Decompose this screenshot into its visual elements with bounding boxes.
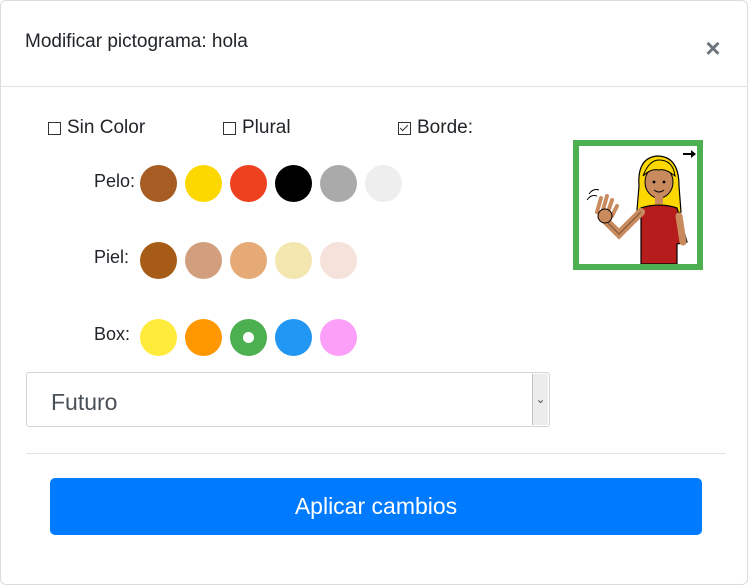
box-color-swatch-selected[interactable] (230, 319, 267, 356)
plural-option[interactable]: Plural (223, 117, 291, 139)
pelo-color-swatch[interactable] (140, 165, 177, 202)
plural-checkbox[interactable] (223, 121, 236, 135)
sin-color-checkbox[interactable] (48, 121, 61, 135)
pelo-color-swatch[interactable] (320, 165, 357, 202)
sin-color-label: Sin Color (67, 117, 146, 138)
modal-title: Modificar pictograma: hola (25, 31, 248, 52)
pictogram-preview (573, 140, 703, 270)
box-color-swatch[interactable] (275, 319, 312, 356)
modal-dialog: Modificar pictograma: hola × Sin Color P… (0, 0, 748, 585)
box-color-swatch[interactable] (320, 319, 357, 356)
borde-option[interactable]: Borde: (398, 117, 473, 139)
piel-color-swatch[interactable] (230, 242, 267, 279)
pelo-color-swatch[interactable] (185, 165, 222, 202)
box-label: Box: (94, 324, 131, 344)
sin-color-option[interactable]: Sin Color (48, 117, 145, 139)
modal-header: Modificar pictograma: hola × (1, 1, 747, 87)
pelo-label: Pelo: (94, 171, 136, 191)
piel-color-swatch[interactable] (140, 242, 177, 279)
tense-select[interactable]: Futuro ⌄ (26, 372, 550, 427)
pelo-color-swatch[interactable] (275, 165, 312, 202)
footer-divider (26, 453, 726, 454)
waving-girl-pictogram (586, 150, 696, 265)
tense-select-value: Futuro (51, 389, 118, 415)
apply-changes-button[interactable]: Aplicar cambios (50, 478, 702, 535)
piel-color-swatch[interactable] (185, 242, 222, 279)
piel-color-swatch[interactable] (320, 242, 357, 279)
pelo-color-swatch[interactable] (365, 165, 402, 202)
chevron-down-icon[interactable]: ⌄ (532, 374, 548, 425)
pelo-color-swatch[interactable] (230, 165, 267, 202)
borde-checkbox[interactable] (398, 121, 411, 135)
piel-label: Piel: (94, 247, 130, 267)
box-color-swatch[interactable] (140, 319, 177, 356)
close-button[interactable]: × (699, 34, 727, 62)
plural-label: Plural (242, 117, 291, 138)
piel-color-swatch[interactable] (275, 242, 312, 279)
box-color-swatch[interactable] (185, 319, 222, 356)
borde-label: Borde: (417, 117, 473, 138)
